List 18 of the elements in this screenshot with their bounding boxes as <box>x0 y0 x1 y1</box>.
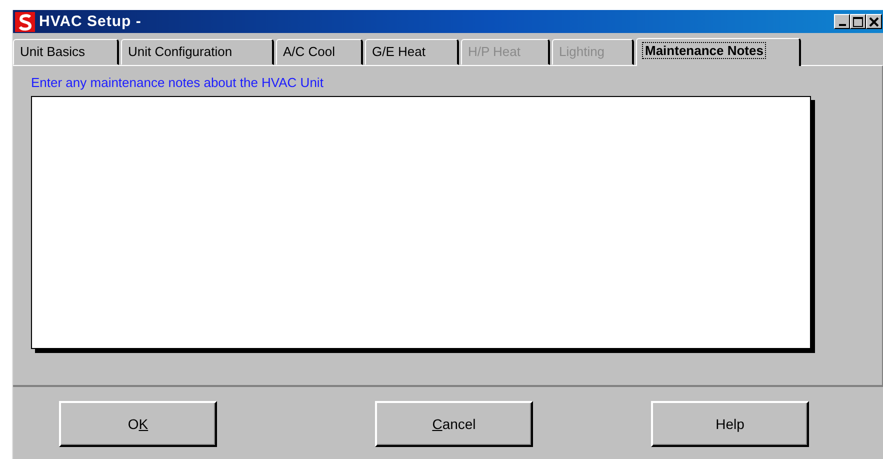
dialog-button[interactable]: Cancel <box>375 401 533 447</box>
close-button[interactable] <box>866 14 882 29</box>
maximize-icon <box>853 16 863 26</box>
minimize-icon <box>838 24 846 26</box>
app-logo-icon <box>15 12 35 32</box>
window-title: HVAC Setup - <box>39 13 142 30</box>
maximize-button[interactable] <box>850 14 866 29</box>
tab[interactable]: G/E Heat <box>365 39 459 65</box>
notes-field[interactable] <box>31 96 811 349</box>
dialog-button[interactable]: OK <box>59 401 217 447</box>
close-icon <box>869 16 879 26</box>
tab[interactable]: Unit Basics <box>13 39 119 65</box>
tab[interactable]: Maintenance Notes <box>636 38 801 66</box>
minimize-button[interactable] <box>834 14 850 29</box>
notes-label: Enter any maintenance notes about the HVAC Unit <box>31 75 324 90</box>
dialog-button[interactable]: Help <box>651 401 809 447</box>
tab[interactable]: Unit Configuration <box>121 39 274 65</box>
tab[interactable]: A/C Cool <box>276 39 363 65</box>
